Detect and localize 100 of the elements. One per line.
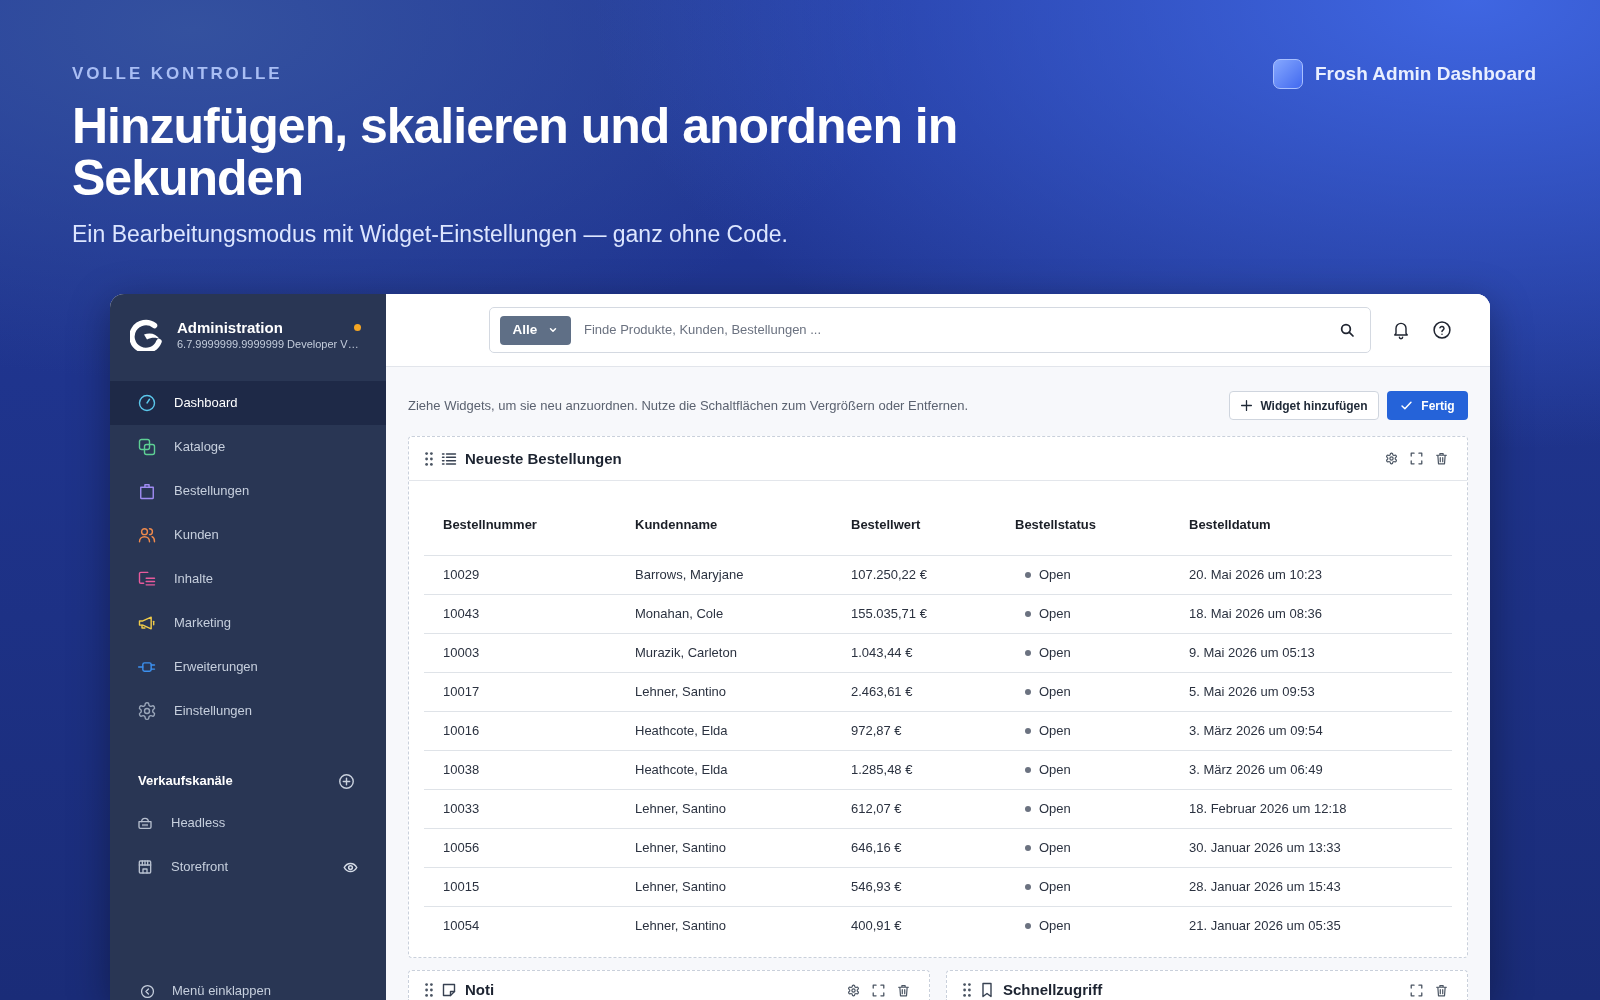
column-header: Kundenname [635,516,718,535]
sales-channel-item[interactable]: Headless [110,801,386,845]
list-icon [441,450,457,467]
section-title: Verkaufskanäle [138,772,233,791]
drag-handle-icon[interactable] [425,983,433,997]
app-title: Administration [177,318,283,337]
status-text: Open [1039,683,1071,702]
basket-icon [137,815,153,831]
table-cell-text: 10003 [443,644,480,663]
help-icon[interactable] [1432,320,1452,340]
table-cell-text: 3. März 2026 um 06:49 [1189,761,1323,780]
sales-channel-item[interactable]: Storefront [110,845,386,889]
chevron-down-icon [548,325,559,335]
table-cell-text: Murazik, Carleton [635,644,737,663]
table-cell-text: 400,91 € [851,917,902,936]
search-field[interactable]: Alle Finde Produkte, Kunden, Bestellungen ... [489,307,1371,353]
corner-brackets-icon[interactable] [872,983,885,997]
trash-icon[interactable] [1435,452,1448,465]
status-text: Open [1039,644,1071,663]
trash-icon[interactable] [1435,983,1448,997]
table-cell-text: Heathcote, Elda [635,722,728,741]
done-button[interactable]: Fertig [1387,391,1468,420]
storefront-icon [137,859,153,875]
settings-icon[interactable] [1385,452,1398,465]
status-text: Open [1039,722,1071,741]
widget-title: Neueste Bestellungen [465,449,622,468]
column-header: Bestelldatum [1189,516,1271,535]
corner-brackets-icon[interactable] [1410,983,1423,997]
eyebrow-text: VOLLE KONTROLLE [72,64,284,84]
table-cell-text: Barrows, Maryjane [635,566,744,585]
subtitle: Ein Bearbeitungsmodus mit Widget-Einstellungen — ganz ohne Code. [72,220,789,248]
table-cell-text: 107.250,22 € [851,566,927,585]
table-cell-text: 20. Mai 2026 um 10:23 [1189,566,1322,585]
table-cell-text: 28. Januar 2026 um 15:43 [1189,878,1341,897]
gear-icon [137,701,157,721]
status-text: Open [1039,761,1071,780]
table-cell-text: 972,87 € [851,722,902,741]
table-cell-text: 1.285,48 € [851,761,913,780]
column-header: Bestellnummer [443,516,537,535]
document-lines-icon [137,569,157,589]
status-text: Open [1039,917,1071,936]
nav-item[interactable]: Inhalte [110,557,386,601]
column-header: Bestellstatus [1015,516,1096,535]
gauge-icon [137,393,157,413]
table-cell-text: 10015 [443,878,480,897]
table-cell-text: 155.035,71 € [851,605,927,624]
table-cell-text: 10017 [443,683,480,702]
table-cell-text: 546,93 € [851,878,902,897]
brand-name: Frosh Admin Dashboard [1315,62,1536,86]
check-icon [1400,399,1414,412]
add-widget-button[interactable]: Widget hinzufügen [1229,391,1379,420]
nav-item[interactable]: Einstellungen [110,689,386,733]
drag-handle-icon[interactable] [963,983,971,997]
table-cell-text: 9. Mai 2026 um 05:13 [1189,644,1315,663]
logo-icon [130,318,162,351]
collapse-menu-button[interactable]: Menü einklappen [110,982,272,1000]
table-cell-text: 30. Januar 2026 um 13:33 [1189,839,1341,858]
nav-item[interactable]: Marketing [110,601,386,645]
widget-title: Schnellzugriff [1003,981,1103,999]
trash-icon[interactable] [897,983,910,997]
table-cell-text: 646,16 € [851,839,902,858]
table-cell-text: 10043 [443,605,480,624]
note-icon [441,982,457,998]
table-cell-text: 3. März 2026 um 09:54 [1189,722,1323,741]
corner-brackets-icon[interactable] [1410,452,1423,465]
status-text: Open [1039,566,1071,585]
search-icon[interactable] [1339,322,1355,338]
table-cell-text: Lehner, Santino [635,800,727,819]
scope-select[interactable]: Alle [500,315,571,345]
table-cell-text: Monahan, Cole [635,605,724,624]
table-cell-text: 10029 [443,566,480,585]
nav-item[interactable]: Kataloge [110,425,386,469]
table-cell-text: 612,07 € [851,800,902,819]
status-text: Open [1039,800,1071,819]
nav-item[interactable]: Dashboard [110,381,386,425]
table-cell-text: Lehner, Santino [635,917,727,936]
app-logo-icon [1273,59,1303,89]
version-text: 6.7.9999999.9999999 Developer V… [177,336,360,351]
table-cell-text: 10016 [443,722,480,741]
table-cell-text: 1.043,44 € [851,644,913,663]
table-cell-text: 2.463,61 € [851,683,913,702]
drag-handle-icon[interactable] [425,451,433,466]
nav-item[interactable]: Erweiterungen [110,645,386,689]
table-cell-text: Heathcote, Elda [635,761,728,780]
hint-text: Ziehe Widgets, um sie neu anzuordnen. Nutze die Schaltflächen zum Vergrößern oder Entfernen. [408,396,969,415]
table-cell-text: 21. Januar 2026 um 05:35 [1189,917,1341,936]
chevron-left-circle-icon [140,983,155,999]
table-cell-text: 10038 [443,761,480,780]
table-cell-text: 5. Mai 2026 um 09:53 [1189,683,1315,702]
bell-icon[interactable] [1391,320,1411,340]
nav-item[interactable]: Kunden [110,513,386,557]
nav-item[interactable]: Bestellungen [110,469,386,513]
bookmark-icon [979,982,995,998]
settings-icon[interactable] [847,983,860,997]
table-cell-text: 18. Mai 2026 um 08:36 [1189,605,1322,624]
overlapping-squares-icon [137,437,157,457]
users-icon [137,525,157,545]
table-cell-text: 18. Februar 2026 um 12:18 [1189,800,1347,819]
plus-circle-icon[interactable] [338,772,355,790]
table-cell-text: Lehner, Santino [635,839,727,858]
